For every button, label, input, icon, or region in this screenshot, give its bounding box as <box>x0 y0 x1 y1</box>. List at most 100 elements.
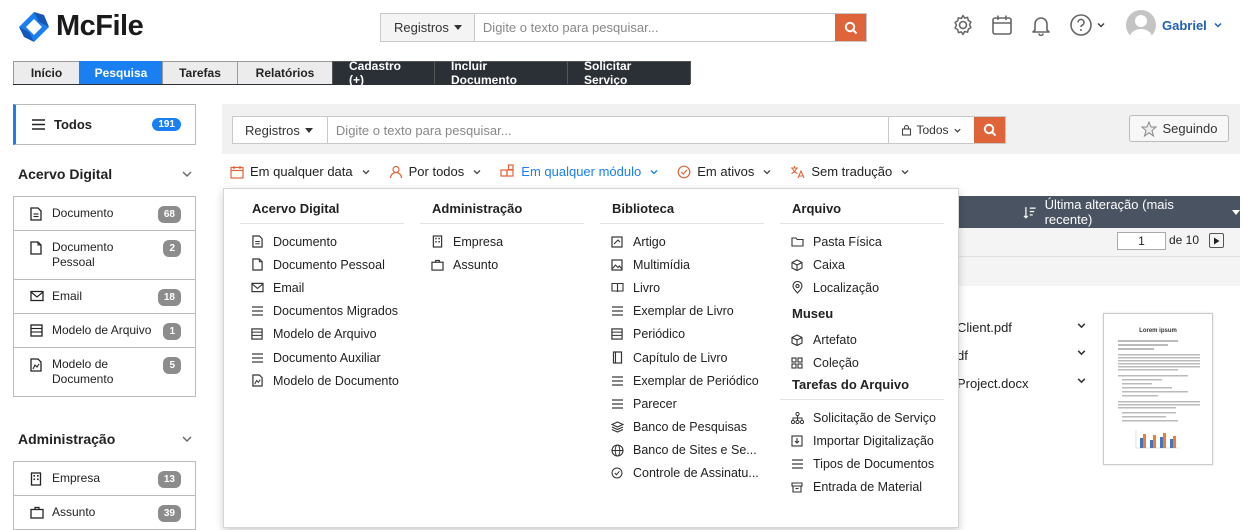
next-page-button[interactable] <box>1209 233 1224 248</box>
global-search-scope[interactable]: Registros <box>381 14 475 41</box>
global-search-input[interactable] <box>474 14 835 41</box>
gear-icon <box>954 14 972 36</box>
user-name: Gabriel <box>1162 17 1207 33</box>
file-icon <box>30 241 42 255</box>
sitemap-icon <box>790 411 804 424</box>
tab-solicitar-servico[interactable]: Solicitar Serviço <box>567 59 691 87</box>
module-item-periodico[interactable]: Periódico <box>600 323 764 346</box>
module-item-artigo[interactable]: Artigo <box>600 230 764 253</box>
sidebar-item-documento-pessoal[interactable]: Documento Pessoal 2 <box>14 231 195 280</box>
check-circle-icon <box>611 467 623 479</box>
module-item-controle-de-assinaturas[interactable]: Controle de Assinatu... <box>600 462 764 485</box>
module-item-documentos-migrados[interactable]: Documentos Migrados <box>240 300 404 323</box>
module-item-tipos-de-documentos[interactable]: Tipos de Documentos <box>780 452 944 475</box>
module-filter[interactable]: Em qualquer módulo <box>500 164 659 179</box>
sidebar-item-assunto[interactable]: Assunto 39 <box>14 496 195 529</box>
tab-cadastro[interactable]: Cadastro (+) <box>332 59 435 87</box>
module-group-title-museu: Museu <box>792 305 834 321</box>
chevron-down-icon[interactable] <box>1076 347 1087 358</box>
template-icon <box>251 374 263 387</box>
global-search-button[interactable] <box>835 14 866 41</box>
module-item-capitulo-de-livro[interactable]: Capítulo de Livro <box>600 346 764 369</box>
module-item-label: Modelo de Arquivo <box>273 327 377 342</box>
count-badge: 2 <box>163 240 181 257</box>
tab-tarefas[interactable]: Tarefas <box>162 61 238 84</box>
tab-inicio[interactable]: Início <box>13 61 80 84</box>
tab-relatorios[interactable]: Relatórios <box>237 61 333 84</box>
module-item-importar-digitalizacao[interactable]: Importar Digitalização <box>780 429 944 452</box>
sort-selector[interactable]: Última alteração (mais recente) <box>957 196 1240 228</box>
module-item-entrada-de-material[interactable]: Entrada de Material <box>780 476 944 499</box>
module-item-localizacao[interactable]: Localização <box>780 276 944 299</box>
status-filter[interactable]: Em ativos <box>677 164 772 179</box>
settings-button[interactable] <box>950 12 976 38</box>
global-search-scope-label: Registros <box>394 20 449 35</box>
sidebar-item-label: Modelo de Documento <box>52 357 114 386</box>
module-item-banco-de-pesquisas[interactable]: Banco de Pesquisas <box>600 416 764 439</box>
chevron-down-icon[interactable] <box>1076 320 1087 331</box>
module-item-documento-pessoal[interactable]: Documento Pessoal <box>240 253 404 276</box>
module-item-documento[interactable]: Documento <box>240 230 404 253</box>
building-icon <box>432 235 442 248</box>
chevron-down-icon[interactable] <box>181 433 193 445</box>
module-item-modelo-de-arquivo[interactable]: Modelo de Arquivo <box>240 323 404 346</box>
module-item-documento-auxiliar[interactable]: Documento Auxiliar <box>240 346 404 369</box>
module-item-email[interactable]: Email <box>240 276 404 299</box>
record-search-filter[interactable]: Todos <box>888 117 974 143</box>
chevron-down-icon <box>763 169 771 174</box>
module-item-modelo-de-documento[interactable]: Modelo de Documento <box>240 369 404 392</box>
record-search-input[interactable] <box>326 117 888 143</box>
module-item-exemplar-de-periodico[interactable]: Exemplar de Periódico <box>600 369 764 392</box>
translation-filter[interactable]: Sem tradução <box>790 164 910 179</box>
sidebar-item-email[interactable]: Email 18 <box>14 280 195 314</box>
page-number-input[interactable]: 1 <box>1117 232 1166 250</box>
sidebar-section-administracao[interactable]: Administração <box>18 431 115 447</box>
list-icon <box>611 306 623 316</box>
search-toolbar: Registros Todos Seguindo <box>222 104 1240 154</box>
document-thumbnail[interactable]: Lorem ipsum <box>1103 313 1213 465</box>
module-item-label: Multimídia <box>633 257 690 272</box>
sidebar-item-todos[interactable]: Todos 191 <box>13 104 196 145</box>
calendar-button[interactable] <box>989 12 1015 38</box>
chevron-down-icon <box>901 169 909 174</box>
list-icon <box>251 352 263 363</box>
date-filter[interactable]: Em qualquer data <box>230 164 371 179</box>
tab-pesquisa[interactable]: Pesquisa <box>79 61 163 84</box>
sidebar-item-modelo-de-arquivo[interactable]: Modelo de Arquivo 1 <box>14 314 195 348</box>
person-filter[interactable]: Por todos <box>389 164 483 179</box>
play-icon <box>1214 237 1220 244</box>
module-item-caixa[interactable]: Caixa <box>780 253 944 276</box>
file-name[interactable]: Client.pdf <box>957 320 1012 335</box>
sidebar-section-acervo-digital[interactable]: Acervo Digital <box>18 166 112 182</box>
module-item-label: Coleção <box>813 356 859 371</box>
file-name[interactable]: Project.docx <box>957 376 1029 391</box>
module-item-parecer[interactable]: Parecer <box>600 392 764 415</box>
chevron-down-icon[interactable] <box>181 168 193 180</box>
chevron-down-icon[interactable] <box>1076 375 1087 386</box>
module-item-empresa[interactable]: Empresa <box>420 230 584 253</box>
module-item-multimidia[interactable]: Multimídia <box>600 253 764 276</box>
tab-incluir-documento[interactable]: Incluir Documento <box>434 59 568 87</box>
follow-button[interactable]: Seguindo <box>1129 115 1229 142</box>
layers-icon <box>610 421 624 433</box>
notifications-button[interactable] <box>1028 12 1054 38</box>
inbox-icon <box>791 482 803 493</box>
module-item-artefato[interactable]: Artefato <box>780 329 944 352</box>
module-item-banco-de-sites[interactable]: Banco de Sites e Se... <box>600 439 764 462</box>
chevron-down-icon <box>1214 22 1222 28</box>
module-item-livro[interactable]: Livro <box>600 276 764 299</box>
sidebar-item-modelo-de-documento[interactable]: Modelo de Documento 5 <box>14 348 195 396</box>
module-item-pasta-fisica[interactable]: Pasta Física <box>780 230 944 253</box>
record-search-scope[interactable]: Registros <box>233 117 327 143</box>
module-item-exemplar-de-livro[interactable]: Exemplar de Livro <box>600 300 764 323</box>
module-item-solicitacao-de-servico[interactable]: Solicitação de Serviço <box>780 406 944 429</box>
module-item-assunto[interactable]: Assunto <box>420 253 584 276</box>
record-search-button[interactable] <box>974 117 1005 143</box>
app-logo[interactable]: McFile <box>18 10 144 43</box>
sidebar-item-empresa[interactable]: Empresa 13 <box>14 462 195 496</box>
folder-icon <box>790 237 804 247</box>
module-item-colecao[interactable]: Coleção <box>780 352 944 375</box>
user-menu[interactable]: Gabriel <box>1126 10 1223 40</box>
sidebar-item-documento[interactable]: Documento 68 <box>14 197 195 231</box>
help-button[interactable] <box>1067 12 1107 38</box>
